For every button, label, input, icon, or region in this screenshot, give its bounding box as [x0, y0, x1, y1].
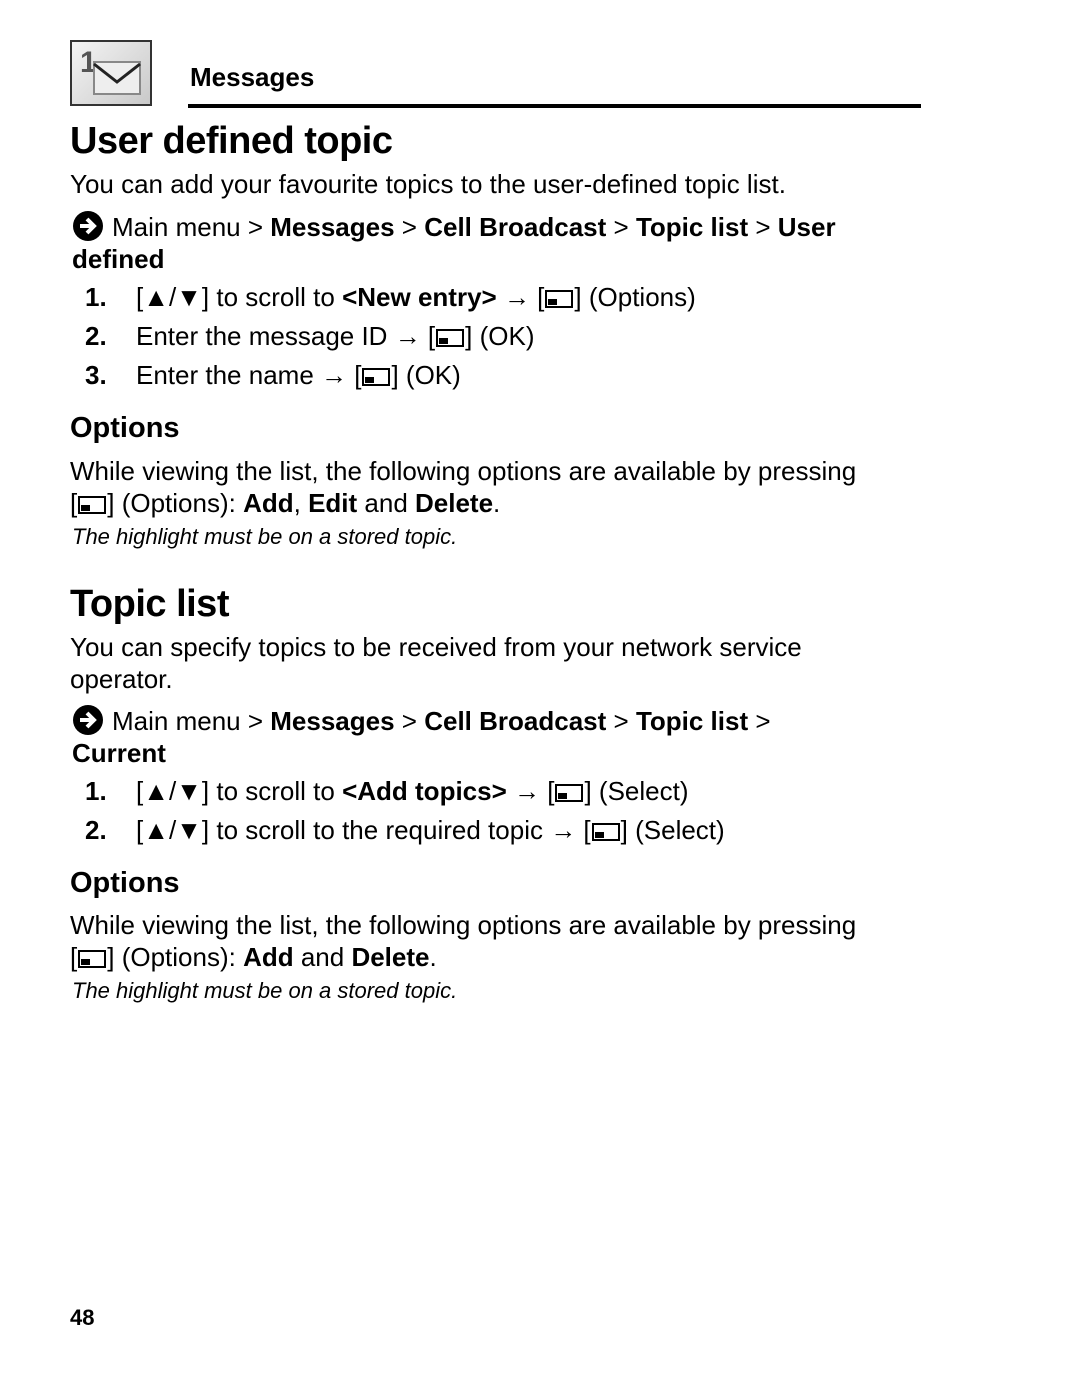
options-heading: Options — [70, 412, 180, 444]
header-rule — [188, 104, 921, 108]
step-3: 3. Enter the name → [] (OK) — [85, 360, 461, 390]
menu-path: Main menu > Messages > Cell Broadcast > … — [72, 705, 771, 768]
options-heading: Options — [70, 867, 180, 899]
menu-path: Main menu > Messages > Cell Broadcast > … — [72, 211, 836, 274]
softkey-icon — [78, 496, 107, 514]
messages-envelope-icon: 1 — [70, 40, 152, 106]
softkey-icon — [555, 784, 584, 802]
step-1: 1. [▲/▼] to scroll to <New entry> → [] (O… — [85, 282, 696, 312]
step-1: 1. [▲/▼] to scroll to <Add topics> → [] (… — [85, 776, 689, 806]
arrow-right-icon — [73, 705, 103, 735]
softkey-icon — [78, 950, 107, 968]
options-note: The highlight must be on a stored topic. — [72, 524, 458, 549]
options-text: While viewing the list, the following op… — [70, 910, 857, 940]
options-note: The highlight must be on a stored topic. — [72, 978, 458, 1003]
arrow-right-icon — [73, 211, 103, 241]
step-2: 2. [▲/▼] to scroll to the required topic … — [85, 815, 725, 845]
softkey-icon — [362, 368, 391, 386]
options-list: [] (Options): Add and Delete. — [70, 942, 437, 972]
section-header: Messages — [190, 62, 315, 92]
section-title-user-defined: User defined topic — [70, 120, 393, 162]
options-list: [] (Options): Add, Edit and Delete. — [70, 488, 501, 518]
softkey-icon — [436, 329, 465, 347]
softkey-icon — [545, 290, 574, 308]
intro-text: You can add your favourite topics to the… — [70, 169, 786, 199]
page-number: 48 — [70, 1305, 95, 1330]
section-title-topic-list: Topic list — [70, 583, 229, 625]
intro-text: You can specify topics to be received fr… — [70, 632, 802, 694]
step-2: 2. Enter the message ID → [] (OK) — [85, 321, 535, 351]
options-text: While viewing the list, the following op… — [70, 456, 857, 486]
softkey-icon — [591, 823, 620, 841]
